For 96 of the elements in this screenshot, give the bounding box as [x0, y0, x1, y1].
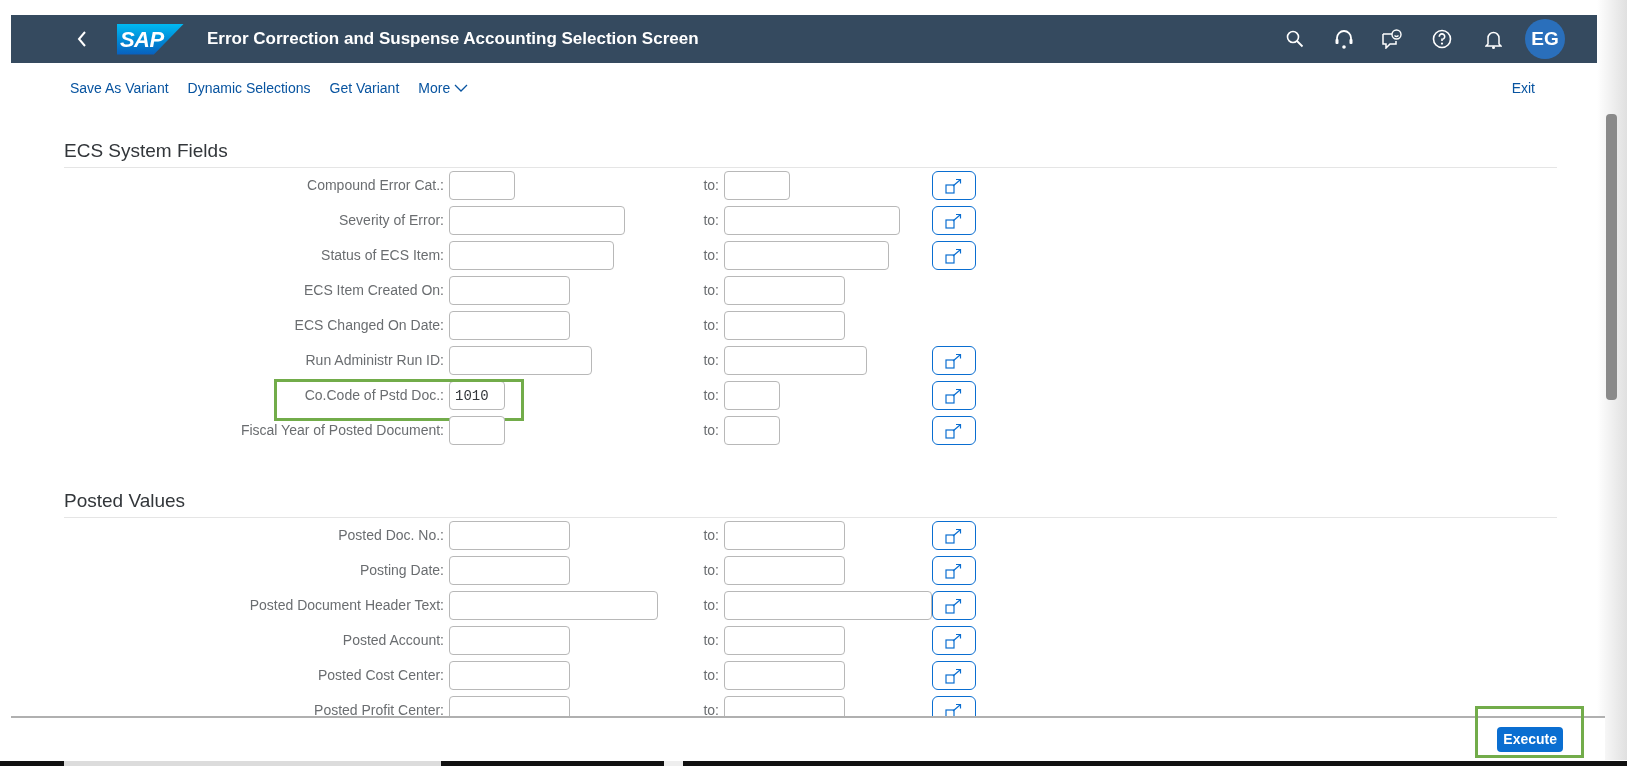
- input-field[interactable]: [724, 311, 845, 340]
- help-icon[interactable]: [1432, 29, 1452, 49]
- input-field[interactable]: [724, 416, 780, 445]
- execute-button[interactable]: Execute: [1497, 726, 1563, 752]
- multiple-selection-button[interactable]: [932, 661, 976, 690]
- to-label: to:: [702, 561, 719, 580]
- to-label: to:: [702, 386, 719, 405]
- multiple-selection-button[interactable]: [932, 416, 976, 445]
- input-field[interactable]: [449, 241, 614, 270]
- multiple-selection-button[interactable]: [932, 206, 976, 235]
- multiple-selection-icon: [945, 527, 963, 544]
- to-label: to:: [702, 666, 719, 685]
- field-label: Fiscal Year of Posted Document:: [239, 421, 445, 440]
- input-field[interactable]: [449, 591, 658, 620]
- to-label: to:: [702, 211, 719, 230]
- to-label: to:: [702, 281, 719, 300]
- input-field[interactable]: [724, 626, 845, 655]
- input-field[interactable]: [449, 626, 570, 655]
- field-label: ECS Item Created On:: [302, 281, 445, 300]
- input-field[interactable]: [449, 171, 515, 200]
- section-title: Posted Values: [64, 488, 1557, 518]
- input-field[interactable]: [724, 276, 845, 305]
- multiple-selection-icon: [945, 702, 963, 716]
- to-label: to:: [702, 596, 719, 615]
- multiple-selection-button[interactable]: [932, 241, 976, 270]
- input-field[interactable]: [449, 416, 505, 445]
- headset-icon[interactable]: [1335, 29, 1353, 49]
- input-field[interactable]: [449, 661, 570, 690]
- input-field[interactable]: [724, 346, 867, 375]
- field-label: Co.Code of Pstd Doc.:: [303, 386, 445, 405]
- input-field[interactable]: [724, 206, 900, 235]
- field-label: Posted Cost Center:: [316, 666, 445, 685]
- to-label: to:: [702, 421, 719, 440]
- chat-icon[interactable]: [1382, 29, 1402, 49]
- field-label: Status of ECS Item:: [320, 246, 445, 265]
- multiple-selection-icon: [945, 597, 963, 614]
- search-icon[interactable]: [1286, 30, 1304, 48]
- toolbar-link[interactable]: Get Variant: [329, 77, 400, 99]
- input-field[interactable]: [724, 241, 889, 270]
- input-field[interactable]: 1010: [449, 381, 505, 410]
- multiple-selection-button[interactable]: [932, 556, 976, 585]
- multiple-selection-icon: [945, 177, 963, 194]
- exit-link[interactable]: Exit: [1511, 77, 1535, 99]
- input-field[interactable]: [449, 206, 625, 235]
- chevron-down-icon: [454, 84, 469, 92]
- multiple-selection-icon: [945, 422, 963, 439]
- field-label: Run Administr Run ID:: [304, 351, 445, 370]
- more-menu-button[interactable]: More: [418, 77, 469, 99]
- user-avatar[interactable]: EG: [1525, 19, 1565, 59]
- back-icon[interactable]: [75, 29, 89, 49]
- multiple-selection-icon: [945, 632, 963, 649]
- field-label: Posted Profit Center:: [313, 701, 445, 716]
- field-label: Posting Date:: [358, 561, 445, 580]
- multiple-selection-icon: [945, 352, 963, 369]
- multiple-selection-icon: [945, 247, 963, 264]
- bell-icon[interactable]: [1485, 29, 1502, 49]
- sap-logo[interactable]: SAP: [117, 23, 184, 55]
- input-field[interactable]: [724, 661, 845, 690]
- input-field[interactable]: [724, 381, 780, 410]
- multiple-selection-button[interactable]: [932, 171, 976, 200]
- field-label: ECS Changed On Date:: [293, 316, 445, 335]
- section-title: ECS System Fields: [64, 138, 1557, 168]
- multiple-selection-icon: [945, 387, 963, 404]
- multiple-selection-button[interactable]: [932, 626, 976, 655]
- to-label: to:: [702, 176, 719, 195]
- scrollbar-thumb[interactable]: [1606, 114, 1617, 400]
- input-field[interactable]: [449, 276, 570, 305]
- field-label: Posted Doc. No.:: [337, 526, 445, 545]
- to-label: to:: [702, 351, 719, 370]
- multiple-selection-icon: [945, 562, 963, 579]
- input-field[interactable]: [724, 591, 932, 620]
- input-field[interactable]: [449, 556, 570, 585]
- input-field[interactable]: [724, 556, 845, 585]
- multiple-selection-button[interactable]: [932, 381, 976, 410]
- to-label: to:: [702, 316, 719, 335]
- multiple-selection-icon: [945, 667, 963, 684]
- multiple-selection-button[interactable]: [932, 591, 976, 620]
- multiple-selection-icon: [945, 212, 963, 229]
- field-label: Severity of Error:: [337, 211, 445, 230]
- toolbar-link[interactable]: Save As Variant: [70, 77, 169, 99]
- field-label: Posted Account:: [341, 631, 445, 650]
- input-field[interactable]: [449, 521, 570, 550]
- field-label: Compound Error Cat.:: [306, 176, 445, 195]
- input-field[interactable]: [449, 311, 570, 340]
- input-field[interactable]: [449, 346, 592, 375]
- to-label: to:: [702, 701, 719, 716]
- input-field[interactable]: [724, 521, 845, 550]
- to-label: to:: [702, 631, 719, 650]
- multiple-selection-button[interactable]: [932, 521, 976, 550]
- page-title: Error Correction and Suspense Accounting Selection Screen: [207, 28, 699, 51]
- to-label: to:: [702, 526, 719, 545]
- multiple-selection-button[interactable]: [932, 346, 976, 375]
- field-label: Posted Document Header Text:: [248, 596, 445, 615]
- toolbar-link[interactable]: Dynamic Selections: [187, 77, 311, 99]
- to-label: to:: [702, 246, 719, 265]
- input-field[interactable]: [724, 171, 790, 200]
